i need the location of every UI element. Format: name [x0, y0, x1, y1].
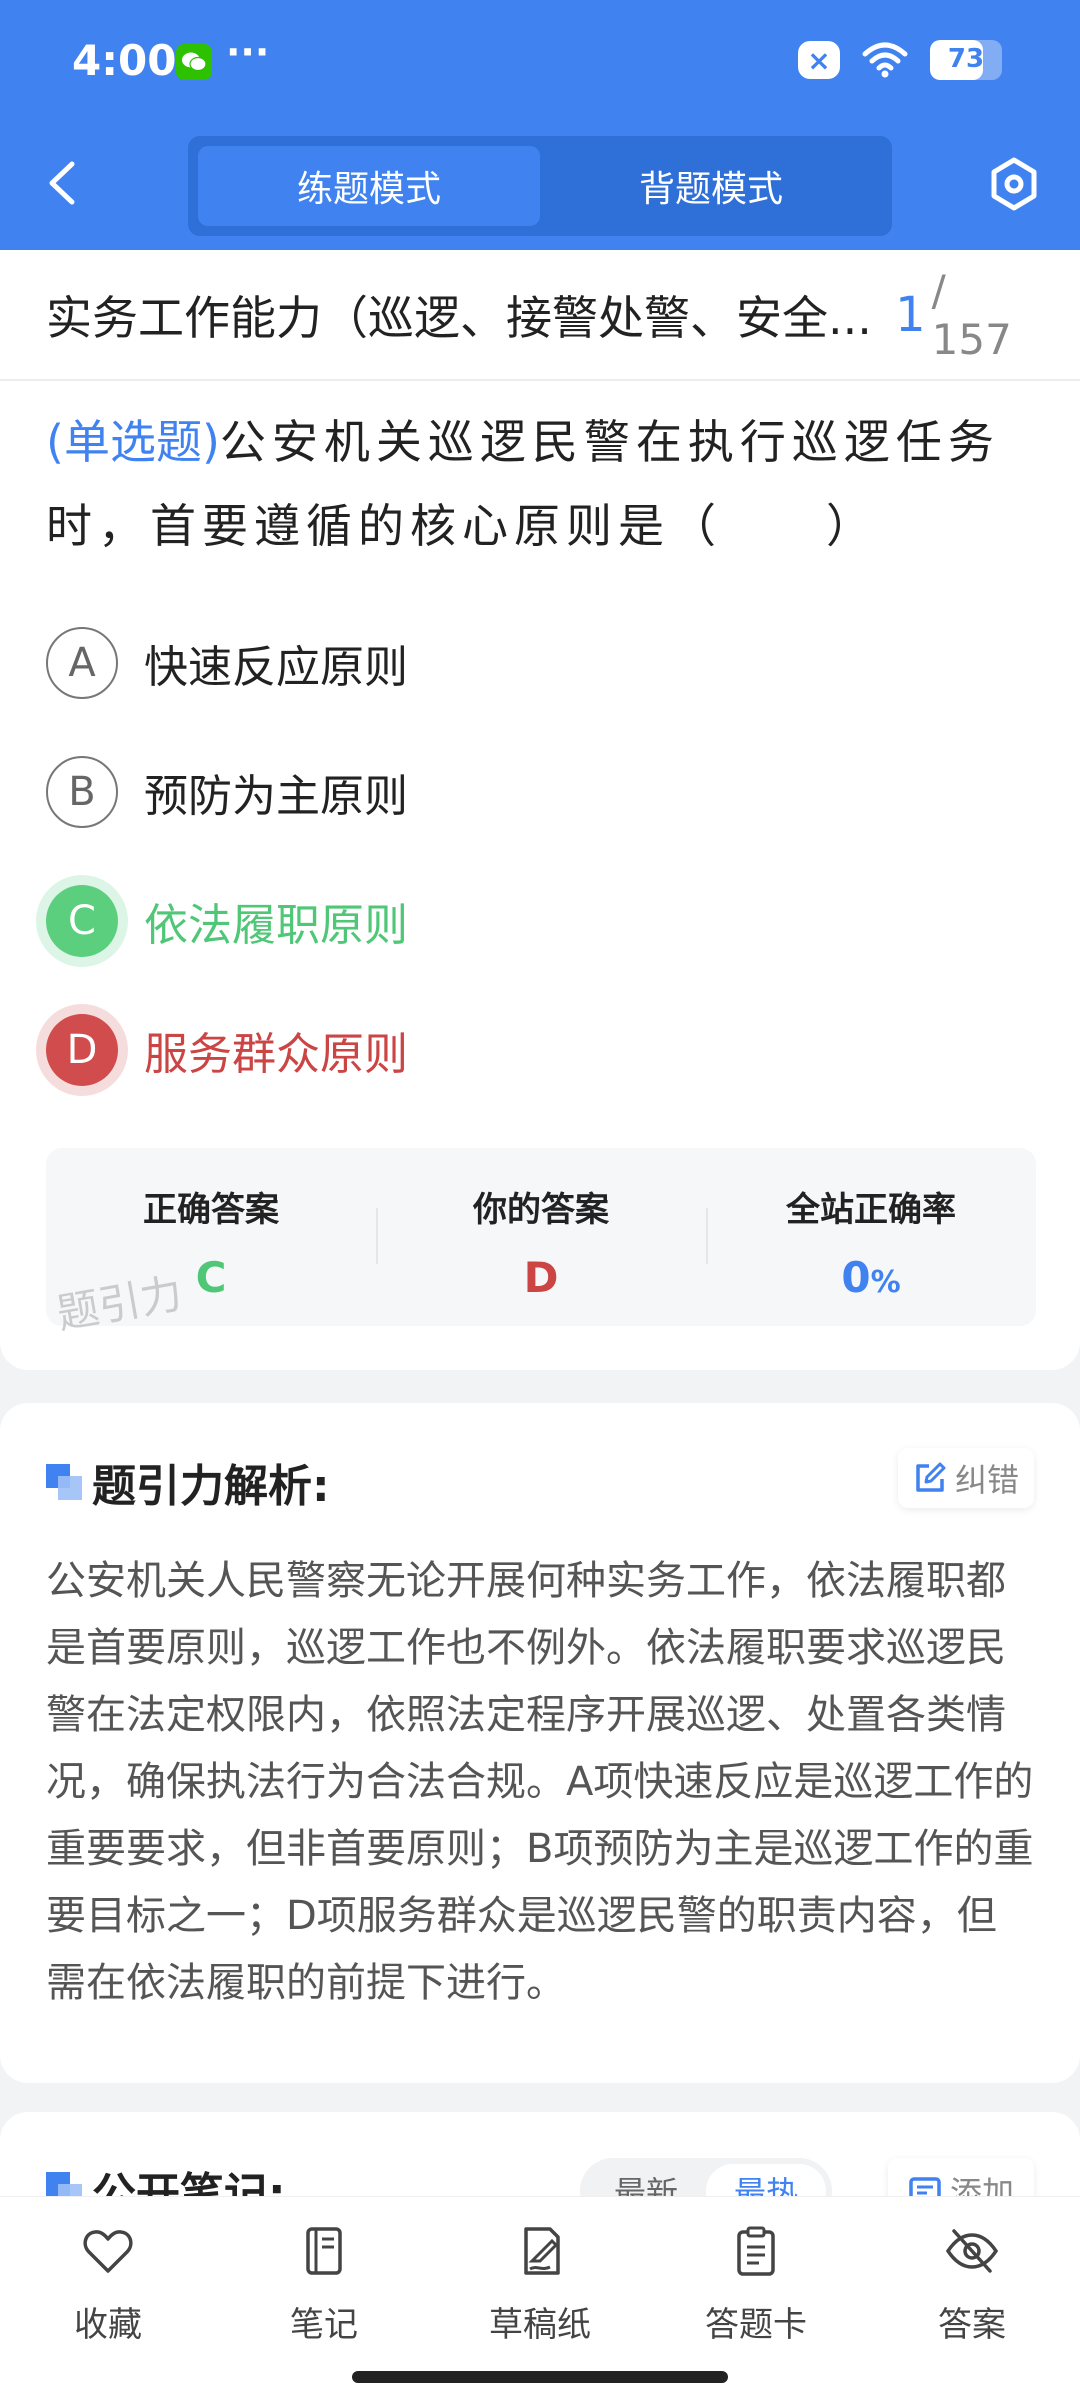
answer-stats: 正确答案 C 你的答案 D 全站正确率 0% [46, 1148, 1036, 1326]
wifi-icon [862, 42, 908, 78]
nav-favorite[interactable]: 收藏 [0, 2197, 216, 2400]
accuracy-stat: 全站正确率 0% [706, 1148, 1036, 1326]
notebook-icon [306, 2227, 342, 2275]
stat-label: 全站正确率 [786, 1190, 956, 1230]
status-bar: 4:00 ··· × 73 [0, 0, 1080, 124]
tab-recite-mode[interactable]: 背题模式 [540, 146, 882, 226]
option-letter: A [46, 627, 118, 699]
section-squares-icon [46, 1464, 82, 1500]
eye-off-icon [945, 2229, 999, 2273]
notification-x-icon: × [798, 41, 840, 79]
bottom-nav: 收藏 笔记 草稿纸 答题卡 答案 [0, 2196, 1080, 2400]
edit-icon [916, 1462, 946, 1492]
top-header: 4:00 ··· × 73 练题模式 背题模式 [0, 0, 1080, 250]
analysis-text: 公安机关人民警察无论开展何种实务工作，依法履职都是首要原则，巡逻工作也不例外。依… [46, 1558, 1034, 2006]
battery-level: 73 [947, 44, 985, 74]
tab-practice-mode[interactable]: 练题模式 [198, 146, 540, 226]
question-type: (单选题) [46, 415, 220, 469]
your-answer-value: D [523, 1253, 559, 1302]
draft-icon [524, 2227, 560, 2275]
divider [0, 379, 1080, 381]
option-text: 快速反应原则 [144, 642, 408, 693]
option-text: 依法履职原则 [144, 900, 408, 951]
settings-icon[interactable] [986, 156, 1042, 212]
nav-label: 答案 [938, 2305, 1006, 2345]
analysis-title: 题引力解析: [92, 1461, 330, 1512]
question-total: / 157 [931, 266, 1012, 364]
wechat-icon [176, 44, 212, 80]
battery-icon: 73 [930, 40, 1002, 80]
option-text: 服务群众原则 [144, 1029, 408, 1080]
status-time: 4:00 [72, 36, 177, 85]
your-answer-stat: 你的答案 D [376, 1148, 706, 1326]
option-b[interactable]: B 预防为主原则 [46, 755, 946, 829]
option-d[interactable]: D 服务群众原则 [46, 1013, 946, 1087]
stat-label: 正确答案 [143, 1190, 279, 1230]
accuracy-number: 0 [841, 1253, 871, 1302]
question-text: (单选题)公安机关巡逻民警在执行巡逻任务时，首要遵循的核心原则是（ ） [46, 400, 1036, 568]
nav-label: 草稿纸 [489, 2305, 591, 2345]
option-a[interactable]: A 快速反应原则 [46, 626, 946, 700]
accuracy-unit: % [870, 1265, 901, 1300]
nav-label: 收藏 [74, 2305, 142, 2345]
accuracy-value: 0% [706, 1253, 1036, 1302]
heart-icon [83, 2230, 133, 2273]
report-error-button[interactable]: 纠错 [898, 1448, 1034, 1508]
chapter-title: 实务工作能力（巡逻、接警处警、安全... [46, 291, 872, 345]
nav-answer[interactable]: 答案 [864, 2197, 1080, 2400]
chapter-title-row: 实务工作能力（巡逻、接警处警、安全... 1 / 157 [46, 266, 1036, 364]
nav-answer-sheet[interactable]: 答题卡 [648, 2197, 864, 2400]
nav-notes[interactable]: 笔记 [216, 2197, 432, 2400]
report-error-label: 纠错 [954, 1461, 1019, 1499]
back-arrow-icon[interactable] [42, 158, 82, 208]
more-dots-icon: ··· [226, 30, 270, 74]
nav-label: 答题卡 [705, 2305, 807, 2345]
option-letter: C [46, 885, 118, 957]
option-c[interactable]: C 依法履职原则 [46, 884, 946, 958]
option-letter: D [46, 1014, 118, 1086]
home-indicator[interactable] [352, 2371, 728, 2383]
option-text: 预防为主原则 [144, 771, 408, 822]
nav-label: 笔记 [290, 2305, 358, 2345]
option-letter: B [46, 756, 118, 828]
question-index: 1 [895, 287, 926, 343]
mode-switch: 练题模式 背题模式 [188, 136, 892, 236]
clipboard-icon [737, 2226, 775, 2276]
nav-draft[interactable]: 草稿纸 [432, 2197, 648, 2400]
status-right: × 73 [798, 40, 1002, 80]
stat-label: 你的答案 [473, 1190, 609, 1230]
